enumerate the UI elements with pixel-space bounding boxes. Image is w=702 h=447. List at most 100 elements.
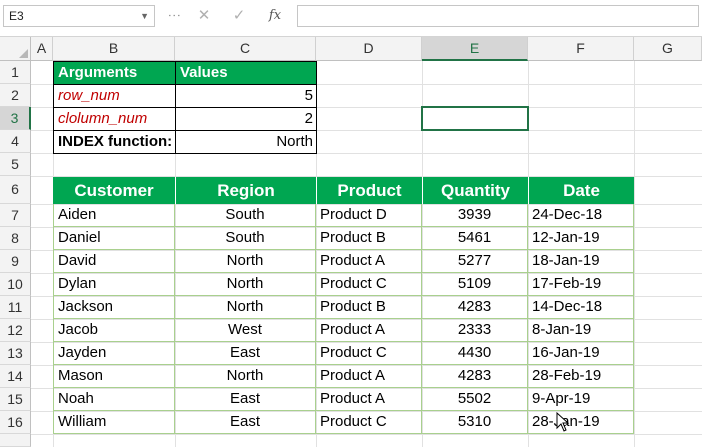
cell-product[interactable]: Product C bbox=[316, 342, 422, 365]
cell-region[interactable]: North bbox=[175, 365, 316, 388]
select-all-icon bbox=[19, 49, 28, 58]
row-header-13[interactable]: 13 bbox=[0, 342, 31, 365]
data-header-quantity[interactable]: Quantity bbox=[422, 177, 528, 204]
cell-date[interactable]: 28-Feb-19 bbox=[528, 365, 634, 388]
cell-region[interactable]: East bbox=[175, 342, 316, 365]
cell-region[interactable]: East bbox=[175, 388, 316, 411]
row-header-3[interactable]: 3 bbox=[0, 107, 31, 130]
cell-product[interactable]: Product B bbox=[316, 227, 422, 250]
cell-product[interactable]: Product A bbox=[316, 250, 422, 273]
insert-function-icon[interactable]: fx bbox=[264, 7, 286, 25]
row-header-7[interactable]: 7 bbox=[0, 204, 31, 227]
cell-product[interactable]: Product B bbox=[316, 296, 422, 319]
row-header-11[interactable]: 11 bbox=[0, 296, 31, 319]
row-header-1[interactable]: 1 bbox=[0, 61, 31, 84]
cell-customer[interactable]: William bbox=[53, 411, 175, 434]
row-header-14[interactable]: 14 bbox=[0, 365, 31, 388]
cell-quantity[interactable]: 5310 bbox=[422, 411, 528, 434]
row-header-2[interactable]: 2 bbox=[0, 84, 31, 107]
row-header-9[interactable]: 9 bbox=[0, 250, 31, 273]
cell-product[interactable]: Product A bbox=[316, 388, 422, 411]
data-header-date[interactable]: Date bbox=[528, 177, 634, 204]
cell-region[interactable]: North bbox=[175, 296, 316, 319]
enter-icon[interactable]: ✓ bbox=[228, 7, 250, 25]
cell-customer[interactable]: Jayden bbox=[53, 342, 175, 365]
cell-date[interactable]: 16-Jan-19 bbox=[528, 342, 634, 365]
cell-quantity[interactable]: 5277 bbox=[422, 250, 528, 273]
cell-quantity[interactable]: 2333 bbox=[422, 319, 528, 342]
formula-input[interactable] bbox=[297, 5, 699, 27]
cell-customer[interactable]: Mason bbox=[53, 365, 175, 388]
cell-product[interactable]: Product A bbox=[316, 319, 422, 342]
cell-customer[interactable]: Aiden bbox=[53, 204, 175, 227]
row-header-4[interactable]: 4 bbox=[0, 130, 31, 153]
cell-product[interactable]: Product C bbox=[316, 273, 422, 296]
arg-column-num-value[interactable]: 2 bbox=[175, 107, 317, 131]
column-header-d[interactable]: D bbox=[316, 37, 422, 61]
row-header-8[interactable]: 8 bbox=[0, 227, 31, 250]
cell-region[interactable]: South bbox=[175, 204, 316, 227]
column-header-a[interactable]: A bbox=[31, 37, 53, 61]
cell-region[interactable]: North bbox=[175, 250, 316, 273]
row-header-17[interactable] bbox=[0, 434, 31, 447]
active-cell-e3[interactable] bbox=[421, 106, 529, 131]
arg-column-num-label[interactable]: clolumn_num bbox=[53, 107, 176, 131]
cell-quantity[interactable]: 4283 bbox=[422, 296, 528, 319]
cell-product[interactable]: Product D bbox=[316, 204, 422, 227]
cell-product[interactable]: Product A bbox=[316, 365, 422, 388]
row-header-6[interactable]: 6 bbox=[0, 176, 31, 204]
cell-customer[interactable]: Dylan bbox=[53, 273, 175, 296]
name-box[interactable]: E3 ▼ bbox=[3, 5, 155, 27]
chevron-down-icon[interactable]: ▼ bbox=[140, 6, 149, 26]
cell-region[interactable]: East bbox=[175, 411, 316, 434]
select-all-button[interactable] bbox=[0, 37, 31, 61]
cell-region[interactable]: North bbox=[175, 273, 316, 296]
data-header-customer[interactable]: Customer bbox=[53, 177, 175, 204]
column-header-e[interactable]: E bbox=[422, 37, 528, 61]
cell-date[interactable]: 17-Feb-19 bbox=[528, 273, 634, 296]
row-header-15[interactable]: 15 bbox=[0, 388, 31, 411]
cell-quantity[interactable]: 5461 bbox=[422, 227, 528, 250]
mouse-pointer-icon bbox=[556, 412, 570, 432]
cell-date[interactable]: 8-Jan-19 bbox=[528, 319, 634, 342]
column-header-b[interactable]: B bbox=[53, 37, 175, 61]
cell-date[interactable]: 18-Jan-19 bbox=[528, 250, 634, 273]
cell-date[interactable]: 12-Jan-19 bbox=[528, 227, 634, 250]
data-header-region[interactable]: Region bbox=[175, 177, 316, 204]
cell-customer[interactable]: David bbox=[53, 250, 175, 273]
row-header-5[interactable]: 5 bbox=[0, 153, 31, 176]
name-box-value: E3 bbox=[9, 9, 24, 23]
cell-region[interactable]: West bbox=[175, 319, 316, 342]
index-function-label[interactable]: INDEX function: bbox=[53, 130, 176, 154]
row-header-12[interactable]: 12 bbox=[0, 319, 31, 342]
arg-row-num-value[interactable]: 5 bbox=[175, 84, 317, 108]
row-header-16[interactable]: 16 bbox=[0, 411, 31, 434]
cell-customer[interactable]: Noah bbox=[53, 388, 175, 411]
cell-quantity[interactable]: 3939 bbox=[422, 204, 528, 227]
args-header-arguments[interactable]: Arguments bbox=[53, 61, 176, 85]
column-header-f[interactable]: F bbox=[528, 37, 634, 61]
drag-handle-icon[interactable]: ⋮ bbox=[167, 9, 182, 21]
cell-customer[interactable]: Jacob bbox=[53, 319, 175, 342]
arg-row-num-label[interactable]: row_num bbox=[53, 84, 176, 108]
cancel-icon[interactable]: ✕ bbox=[193, 7, 215, 25]
cell-quantity[interactable]: 4430 bbox=[422, 342, 528, 365]
cell-date[interactable]: 24-Dec-18 bbox=[528, 204, 634, 227]
cell-quantity[interactable]: 5109 bbox=[422, 273, 528, 296]
cell-date[interactable]: 9-Apr-19 bbox=[528, 388, 634, 411]
args-header-values[interactable]: Values bbox=[175, 61, 317, 85]
cell-quantity[interactable]: 5502 bbox=[422, 388, 528, 411]
data-header-product[interactable]: Product bbox=[316, 177, 422, 204]
cell-date[interactable]: 28-Jan-19 bbox=[528, 411, 634, 434]
cell-customer[interactable]: Jackson bbox=[53, 296, 175, 319]
index-function-result[interactable]: North bbox=[175, 130, 317, 154]
cell-quantity[interactable]: 4283 bbox=[422, 365, 528, 388]
cell-customer[interactable]: Daniel bbox=[53, 227, 175, 250]
row-header-10[interactable]: 10 bbox=[0, 273, 31, 296]
column-header-c[interactable]: C bbox=[175, 37, 316, 61]
cell-region[interactable]: South bbox=[175, 227, 316, 250]
column-header-g[interactable]: G bbox=[634, 37, 702, 61]
cell-date[interactable]: 14-Dec-18 bbox=[528, 296, 634, 319]
cell-product[interactable]: Product C bbox=[316, 411, 422, 434]
formula-bar: E3 ▼ ⋮ ✕ ✓ fx bbox=[0, 0, 702, 37]
